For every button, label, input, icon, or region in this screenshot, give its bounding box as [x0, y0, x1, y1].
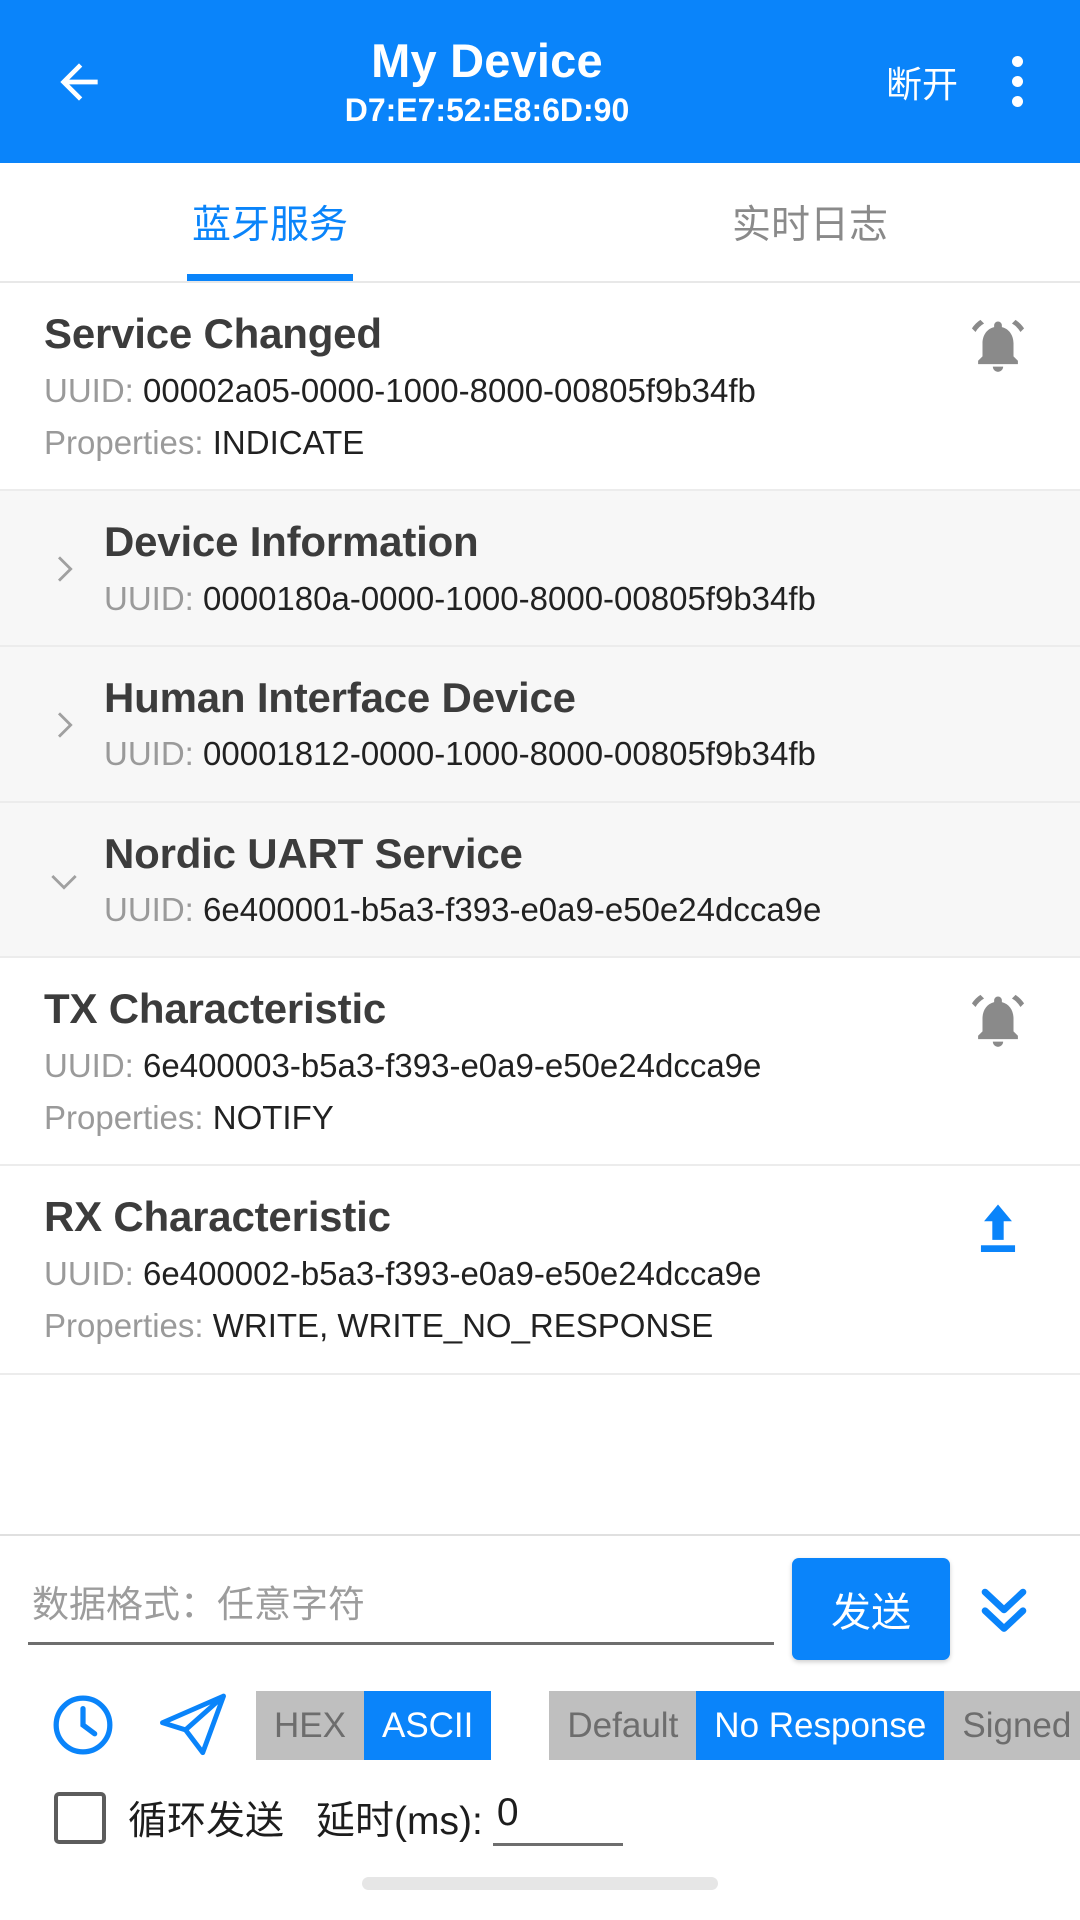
- characteristic-properties-line: Properties: NOTIFY: [44, 1098, 950, 1138]
- uuid-value: 00001812-0000-1000-8000-00805f9b34fb: [203, 735, 816, 773]
- uuid-label: UUID:: [104, 735, 194, 773]
- service-name: Nordic UART Service: [104, 829, 523, 877]
- write-type-option-no-response[interactable]: No Response: [696, 1690, 945, 1760]
- more-vertical-icon-dot: [1011, 76, 1023, 87]
- uuid-label: UUID:: [104, 891, 194, 929]
- disconnect-button[interactable]: 断开: [876, 42, 968, 122]
- write-type-option-signed[interactable]: Signed: [944, 1690, 1080, 1760]
- tab-realtime-log[interactable]: 实时日志: [540, 163, 1080, 281]
- format-option-hex[interactable]: HEX: [256, 1690, 364, 1760]
- loop-send-row: 循环发送 延时(ms):: [28, 1764, 1052, 1846]
- uuid-value: 0000180a-0000-1000-8000-00805f9b34fb: [203, 579, 816, 617]
- more-vertical-icon-dot: [1011, 96, 1023, 107]
- bell-ring-icon: [971, 319, 1025, 372]
- characteristic-info: TX Characteristic UUID: 6e400003-b5a3-f3…: [34, 984, 950, 1138]
- properties-value: INDICATE: [212, 423, 365, 461]
- properties-label: Properties:: [44, 1307, 204, 1345]
- more-vertical-icon-dot: [1011, 56, 1023, 67]
- list-item[interactable]: RX Characteristic UUID: 6e400002-b5a3-f3…: [0, 1166, 1080, 1375]
- tab-bar: 蓝牙服务 实时日志: [0, 163, 1080, 283]
- chevron-right-icon: [57, 712, 73, 738]
- format-option-ascii[interactable]: ASCII: [363, 1690, 492, 1760]
- list-item[interactable]: Service Changed UUID: 00002a05-0000-1000…: [0, 283, 1080, 492]
- send-options-row: HEX ASCII Default No Response Signed: [28, 1660, 1080, 1764]
- characteristic-info: RX Characteristic UUID: 6e400002-b5a3-f3…: [34, 1192, 950, 1346]
- uuid-label: UUID:: [44, 371, 134, 409]
- chevron-right-icon: [57, 556, 73, 582]
- paper-plane-icon: [160, 1693, 226, 1756]
- device-title-block: My Device D7:E7:52:E8:6D:90: [98, 34, 876, 130]
- service-info: Device Information UUID: 0000180a-0000-1…: [94, 517, 1046, 619]
- notify-toggle-button[interactable]: [950, 309, 1046, 377]
- send-input-row: 发送: [28, 1558, 1052, 1660]
- service-uuid-line: UUID: 0000180a-0000-1000-8000-00805f9b34…: [104, 579, 1046, 619]
- list-item[interactable]: Nordic UART Service UUID: 6e400001-b5a3-…: [0, 802, 1080, 959]
- bell-ring-icon: [971, 995, 1025, 1048]
- write-type-toggle: Default No Response Signed: [549, 1690, 1080, 1760]
- nav-gesture-handle: [362, 1876, 718, 1890]
- app-root: My Device D7:E7:52:E8:6D:90 断开 蓝牙服务 实时日志…: [0, 0, 1080, 1920]
- service-list: Service Changed UUID: 00002a05-0000-1000…: [0, 283, 1080, 1534]
- loop-send-checkbox[interactable]: [54, 1792, 106, 1844]
- system-nav-bar: [0, 1846, 1080, 1920]
- data-input[interactable]: [28, 1573, 774, 1645]
- write-type-option-default[interactable]: Default: [549, 1690, 697, 1760]
- service-info: Human Interface Device UUID: 00001812-00…: [94, 673, 1046, 775]
- write-button[interactable]: [950, 1192, 1046, 1260]
- delay-label: 延时(ms):: [316, 1800, 483, 1843]
- delay-input[interactable]: [492, 1790, 623, 1846]
- uuid-value: 6e400001-b5a3-f393-e0a9-e50e24dcca9e: [203, 891, 822, 929]
- properties-value: NOTIFY: [212, 1099, 334, 1137]
- uuid-value: 6e400002-b5a3-f393-e0a9-e50e24dcca9e: [143, 1255, 762, 1293]
- expand-panel-button[interactable]: [956, 1574, 1052, 1644]
- overflow-menu-button[interactable]: [980, 39, 1054, 125]
- upload-icon: [980, 1204, 1016, 1253]
- properties-value: WRITE, WRITE_NO_RESPONSE: [212, 1307, 714, 1345]
- app-bar: My Device D7:E7:52:E8:6D:90 断开: [0, 0, 1080, 163]
- uuid-value: 00002a05-0000-1000-8000-00805f9b34fb: [143, 371, 756, 409]
- list-item[interactable]: Device Information UUID: 0000180a-0000-1…: [0, 491, 1080, 647]
- page-title: My Device: [371, 33, 603, 87]
- service-name: Service Changed: [44, 310, 382, 357]
- service-uuid-line: UUID: 6e400001-b5a3-f393-e0a9-e50e24dcca…: [104, 890, 1046, 930]
- service-uuid-line: UUID: 00001812-0000-1000-8000-00805f9b34…: [104, 734, 1046, 774]
- characteristic-uuid-line: UUID: 6e400002-b5a3-f393-e0a9-e50e24dcca…: [44, 1254, 950, 1294]
- loop-send-label: 循环发送: [128, 1800, 285, 1843]
- service-uuid-line: UUID: 00002a05-0000-1000-8000-00805f9b34…: [44, 371, 950, 411]
- properties-label: Properties:: [44, 1099, 204, 1137]
- service-info: Service Changed UUID: 00002a05-0000-1000…: [34, 309, 950, 463]
- characteristic-name: TX Characteristic: [44, 985, 387, 1033]
- service-name: Human Interface Device: [104, 673, 576, 721]
- expand-toggle[interactable]: [34, 703, 94, 745]
- characteristic-uuid-line: UUID: 6e400003-b5a3-f393-e0a9-e50e24dcca…: [44, 1046, 950, 1086]
- uuid-label: UUID:: [44, 1046, 134, 1084]
- device-mac-address: D7:E7:52:E8:6D:90: [344, 92, 630, 129]
- list-item[interactable]: Human Interface Device UUID: 00001812-00…: [0, 646, 1080, 803]
- expand-toggle[interactable]: [34, 547, 94, 589]
- tab-bluetooth-services[interactable]: 蓝牙服务: [0, 163, 540, 281]
- clock-icon: [53, 1695, 113, 1755]
- quick-send-button[interactable]: [138, 1686, 248, 1764]
- characteristic-properties-line: Properties: WRITE, WRITE_NO_RESPONSE: [44, 1306, 950, 1346]
- list-item[interactable]: TX Characteristic UUID: 6e400003-b5a3-f3…: [0, 958, 1080, 1167]
- service-info: Nordic UART Service UUID: 6e400001-b5a3-…: [94, 829, 1046, 931]
- service-properties-line: Properties: INDICATE: [44, 423, 950, 463]
- service-name: Device Information: [104, 518, 479, 566]
- history-button[interactable]: [28, 1690, 138, 1760]
- chevron-double-down-icon: [981, 1588, 1027, 1632]
- collapse-toggle[interactable]: [34, 859, 94, 901]
- uuid-label: UUID:: [44, 1255, 134, 1293]
- data-input-wrapper: [28, 1573, 774, 1645]
- send-bar: 发送 HEX ASCII: [0, 1534, 1080, 1846]
- data-format-toggle: HEX ASCII: [256, 1690, 492, 1760]
- properties-label: Properties:: [44, 423, 204, 461]
- chevron-down-icon: [51, 874, 77, 890]
- send-button[interactable]: 发送: [792, 1558, 950, 1660]
- uuid-label: UUID:: [104, 579, 194, 617]
- notify-toggle-button[interactable]: [950, 984, 1046, 1052]
- uuid-value: 6e400003-b5a3-f393-e0a9-e50e24dcca9e: [143, 1046, 762, 1084]
- characteristic-name: RX Characteristic: [44, 1193, 391, 1241]
